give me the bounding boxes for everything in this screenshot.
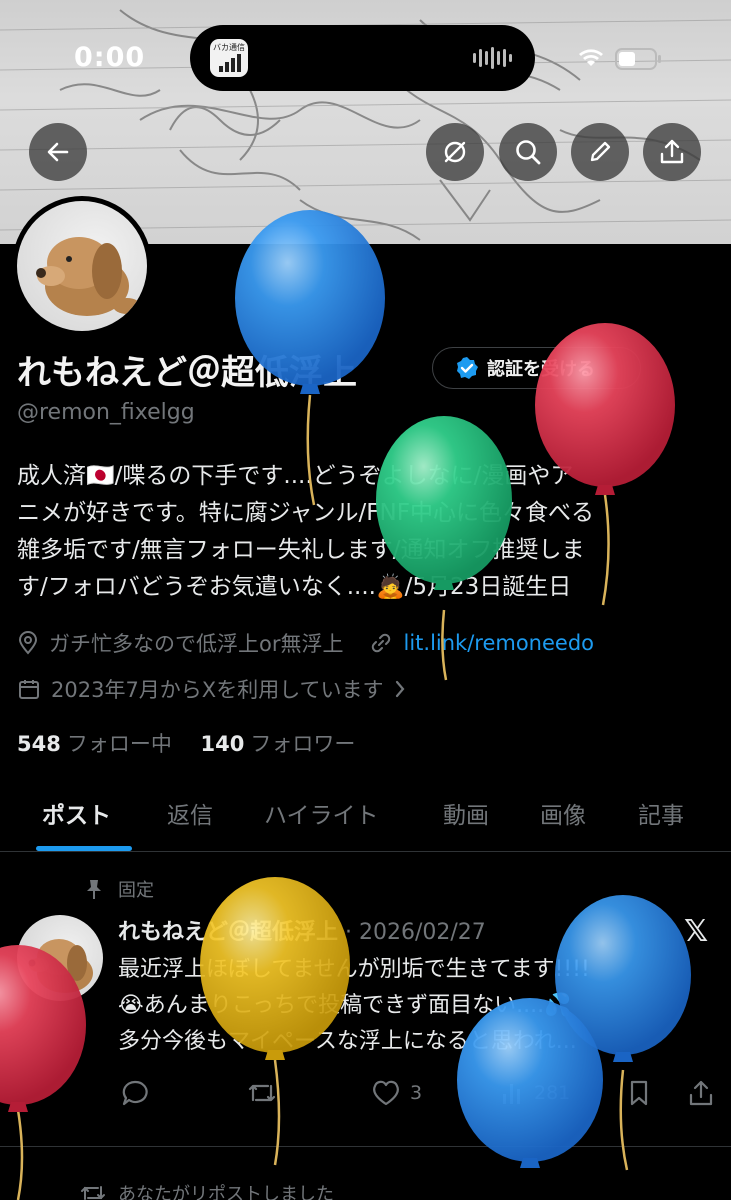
signal-bars-icon [219, 54, 241, 72]
plush-dog-image [28, 939, 93, 993]
followers-count: 140 [200, 732, 245, 756]
post-header: れもねえど＠超低浮上 · 2026/02/27 [118, 920, 486, 945]
like-count: 3 [410, 1082, 423, 1104]
edit-icon [590, 141, 611, 162]
profile-tabs: ポスト 返信 ハイライト 動画 画像 記事 [0, 790, 731, 852]
bio-line: す/フォロバどうぞお気遣いなく....🙇/5月23日誕生日 [17, 574, 572, 600]
location-text: ガチ忙多なので低浮上or無浮上 [49, 632, 344, 656]
bookmark-icon [630, 1080, 648, 1106]
views-count: 281 [534, 1082, 571, 1104]
calendar-icon [17, 677, 41, 701]
reposted-indicator: あなたがリポストしました [80, 1180, 334, 1200]
search-icon [516, 140, 541, 165]
link-icon [369, 631, 393, 655]
display-name: れもねえど＠超低浮上 [17, 353, 357, 393]
chevron-right-icon [394, 679, 406, 699]
following-count: 548 [17, 732, 61, 756]
verified-badge-icon [457, 357, 478, 379]
share-icon [689, 1080, 713, 1106]
tab-posts[interactable]: ポスト [42, 796, 111, 830]
user-handle: @remon_fixelgg [17, 400, 195, 425]
post-share-button[interactable] [687, 1078, 715, 1108]
pinned-label: 固定 [118, 880, 154, 901]
share-icon [660, 139, 684, 164]
post-text[interactable]: 最近浮上ほぼしてませんが別垢で生きてます!!!! 😭あんまりこっちで投稿できず面… [118, 952, 708, 1060]
joined-row[interactable]: 2023年7月からXを利用しています [17, 674, 416, 704]
plush-dog-image [36, 237, 141, 316]
profile-link[interactable]: lit.link/remoneedo [403, 631, 594, 655]
status-icons [579, 48, 661, 70]
post-divider [0, 1146, 731, 1147]
location-icon [17, 631, 39, 655]
post-date: 2026/02/27 [359, 920, 486, 945]
views-button[interactable]: 281 [500, 1078, 570, 1108]
wifi-icon [579, 49, 603, 66]
following-label: フォロー中 [66, 732, 172, 756]
post-actions: 3 281 [0, 1074, 731, 1114]
like-button[interactable]: 3 [370, 1078, 422, 1108]
tab-videos[interactable]: 動画 [443, 796, 489, 830]
x-logo-icon[interactable]: 𝕏 [684, 914, 708, 949]
bookmark-button[interactable] [627, 1078, 651, 1108]
avatar-image [17, 201, 147, 331]
post-avatar[interactable] [17, 915, 103, 1001]
post-line: 最近浮上ほぼしてませんが別垢で生きてます!!!! [118, 957, 590, 982]
get-verified-label: 認証を受ける [487, 359, 595, 380]
repost-button[interactable] [246, 1078, 278, 1108]
following-link[interactable]: 548 フォロー中 [17, 732, 179, 756]
back-arrow-icon [47, 142, 69, 162]
reply-button[interactable] [120, 1078, 150, 1108]
post-line: 😭あんまりこっちで投稿できず面目ない....💦 [118, 993, 572, 1018]
battery-icon [615, 48, 661, 70]
profile-bio: 成人済🇯🇵/喋るの下手です....どうぞよしなに/漫画やア ニメが好きです。特に… [17, 458, 722, 606]
reply-icon [122, 1080, 148, 1106]
dynamic-island[interactable]: バカ通信 [190, 25, 535, 91]
views-icon [503, 1084, 520, 1104]
search-button[interactable] [499, 123, 557, 181]
bio-line: 雑多垢です/無言フォロー失礼します/通知オフ推奨しま [17, 537, 585, 563]
edit-button[interactable] [571, 123, 629, 181]
follow-stats: 548 フォロー中 140 フォロワー [17, 728, 355, 758]
reposted-label: あなたがリポストしました [118, 1184, 334, 1200]
post-line: 多分今後もマイペースな浮上になると思われ... [118, 1029, 577, 1054]
tab-images[interactable]: 画像 [540, 796, 586, 830]
hide-icon [444, 141, 466, 163]
share-profile-button[interactable] [643, 123, 701, 181]
followers-label: フォロワー [250, 732, 356, 756]
profile-avatar[interactable] [12, 196, 152, 336]
status-time: 0:00 [74, 42, 146, 73]
tab-articles[interactable]: 記事 [638, 796, 684, 830]
repost-icon [248, 1084, 276, 1102]
audio-wave-icon [473, 47, 512, 69]
tab-highlights[interactable]: ハイライト [264, 796, 379, 830]
bio-line: 成人済🇯🇵/喋るの下手です....どうぞよしなに/漫画やア [17, 463, 574, 489]
pin-icon [87, 880, 101, 899]
back-button[interactable] [29, 123, 87, 181]
like-icon [373, 1080, 399, 1106]
island-app-icon: バカ通信 [210, 39, 248, 77]
followers-link[interactable]: 140 フォロワー [201, 732, 356, 756]
joined-text: 2023年7月からXを利用しています [51, 678, 384, 702]
bio-line: ニメが好きです。特に腐ジャンル/FNF中心に色々食べる [17, 500, 594, 526]
repost-icon [81, 1186, 105, 1200]
hide-button[interactable] [426, 123, 484, 181]
active-tab-indicator [36, 846, 132, 851]
tab-replies[interactable]: 返信 [167, 796, 213, 830]
profile-meta-row: ガチ忙多なので低浮上or無浮上 lit.link/remoneedo [17, 628, 594, 658]
get-verified-button[interactable]: 認証を受ける [432, 347, 641, 389]
post-author[interactable]: れもねえど＠超低浮上 [118, 920, 338, 945]
pinned-indicator: 固定 [84, 876, 154, 902]
